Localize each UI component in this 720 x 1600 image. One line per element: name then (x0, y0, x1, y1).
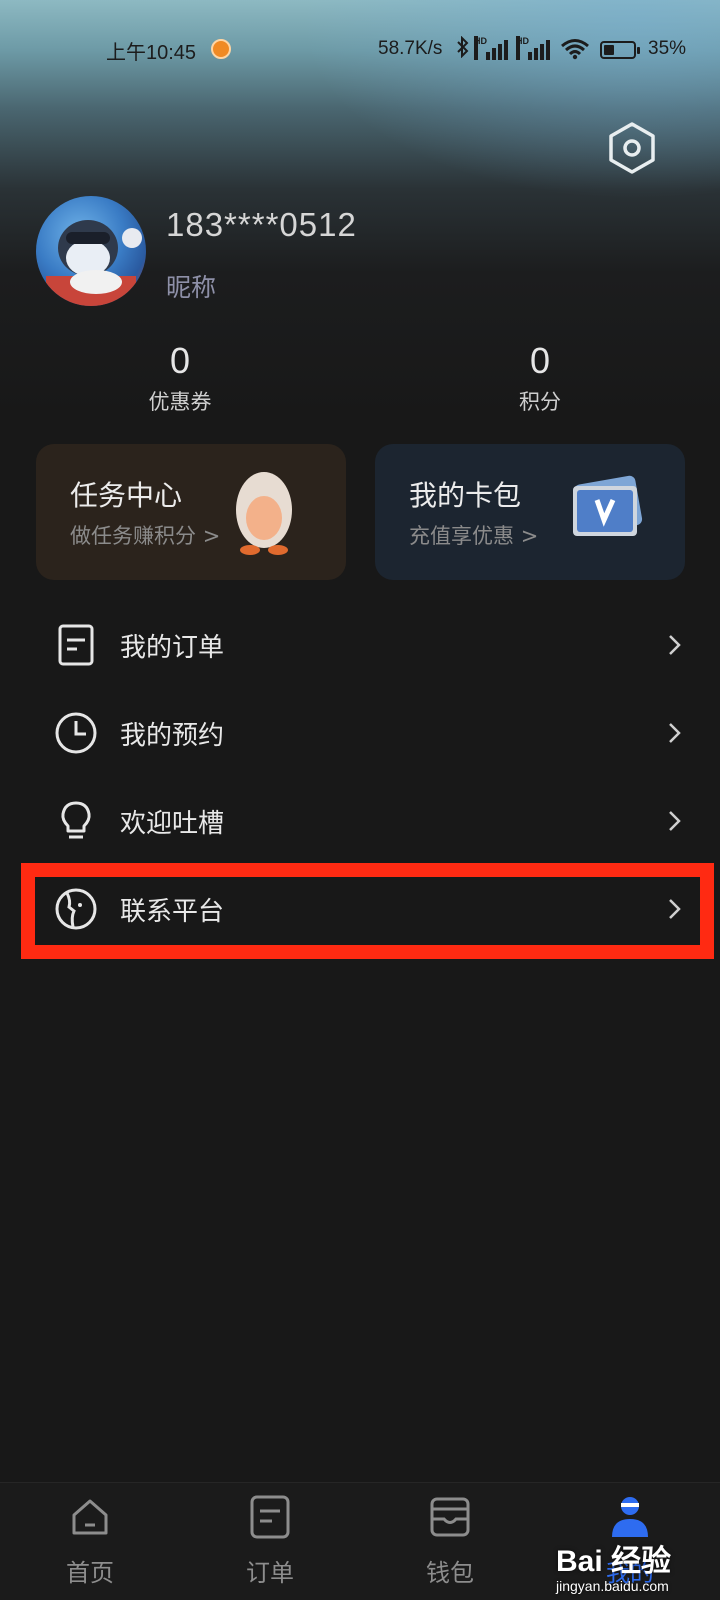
vip-card-icon (573, 475, 643, 536)
hd-signal-icon: HD (474, 36, 508, 60)
settings-button[interactable] (604, 120, 660, 176)
card-wallet-subtitle: 充值享优惠 > (409, 520, 538, 550)
menu-item-feedback[interactable]: 欢迎吐槽 (0, 777, 720, 865)
menu-item-my-appointments[interactable]: 我的预约 (0, 689, 720, 777)
battery-percent: 35% (648, 38, 687, 59)
card-wallet-title: 我的卡包 (409, 479, 522, 512)
tab-wallet-label: 钱包 (426, 1559, 474, 1587)
watermark-main: Bai 经验 (556, 1545, 672, 1578)
menu-item-my-orders[interactable]: 我的订单 (0, 601, 720, 689)
card-wallet-subtitle-text: 充值享优惠 (409, 524, 514, 548)
coupon-count: 0 (169, 340, 191, 381)
bluetooth-icon (456, 35, 470, 63)
home-icon (72, 1499, 108, 1535)
order-list-icon (58, 624, 94, 666)
hd-signal-icon: HD (516, 36, 550, 60)
task-center-subtitle-text: 做任务赚积分 (70, 524, 196, 548)
clock-icon (55, 712, 97, 754)
network-speed: 58.7K/s (378, 38, 443, 59)
user-nickname[interactable]: 昵称 (166, 268, 216, 304)
my-card-wallet-card[interactable]: 我的卡包 充值享优惠 > (375, 444, 685, 580)
coupon-label: 优惠券 (148, 390, 212, 414)
tab-home[interactable]: 首页 (0, 1483, 180, 1600)
points-count: 0 (529, 340, 551, 381)
tab-home-label: 首页 (66, 1559, 114, 1587)
status-bar: 上午10:45 58.7K/s HD HD 35% (0, 30, 720, 70)
coupon-stat[interactable]: 0 优惠券 (100, 340, 260, 416)
chevron-right-icon: > (202, 524, 221, 548)
menu-label-my-appointments: 我的预约 (120, 721, 225, 751)
task-center-card[interactable]: 任务中心 做任务赚积分 > (36, 444, 346, 580)
user-phone[interactable]: 183****0512 (166, 206, 357, 244)
hexagon-settings-icon (609, 122, 655, 174)
battery-level (604, 45, 614, 55)
lightbulb-icon (61, 801, 91, 839)
menu-label-feedback: 欢迎吐槽 (120, 809, 225, 839)
baidu-jingyan-watermark: Bai 经验 jingyan.baidu.com (556, 1536, 716, 1596)
chevron-right-icon (669, 635, 681, 655)
profile-icon (612, 1497, 648, 1537)
highlight-box (21, 863, 714, 959)
menu-label-my-orders: 我的订单 (120, 633, 225, 663)
notification-icon (211, 39, 231, 59)
task-center-title: 任务中心 (70, 479, 183, 512)
mascot-icon (236, 472, 292, 555)
tab-wallet[interactable]: 钱包 (360, 1483, 540, 1600)
chevron-right-icon (669, 811, 681, 831)
avatar-image (46, 220, 142, 306)
status-time: 上午10:45 (106, 42, 197, 64)
wifi-icon (560, 38, 590, 60)
chevron-right-icon (669, 723, 681, 743)
battery-icon (600, 41, 640, 59)
order-icon (250, 1495, 290, 1539)
wallet-icon (430, 1497, 470, 1537)
tab-orders-label: 订单 (246, 1559, 294, 1587)
points-stat[interactable]: 0 积分 (460, 340, 620, 416)
chevron-right-icon: > (520, 524, 539, 548)
points-label: 积分 (519, 390, 561, 414)
tab-orders[interactable]: 订单 (180, 1483, 360, 1600)
avatar[interactable] (36, 196, 146, 306)
watermark-sub: jingyan.baidu.com (556, 1578, 669, 1594)
task-center-subtitle: 做任务赚积分 > (70, 520, 220, 550)
